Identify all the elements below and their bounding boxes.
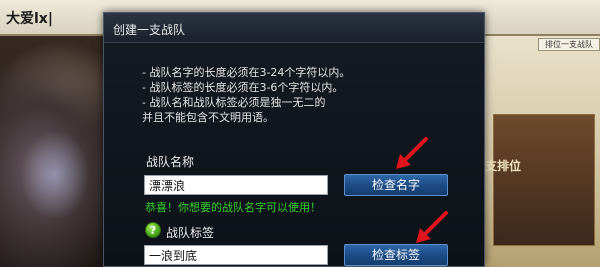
background-window-title: 大爱lx| <box>6 11 53 27</box>
dialog-header: 创建一支战队 <box>104 13 484 43</box>
background-side-text: 支排位 <box>485 159 522 173</box>
check-name-button[interactable]: 检查名字 <box>344 174 448 196</box>
team-name-input[interactable] <box>144 175 328 195</box>
background-right-panel <box>485 36 600 267</box>
team-tag-label: 战队标签 <box>166 226 215 240</box>
rules-list: - 战队名字的长度必须在3-24个字符以内。 - 战队标签的长度必须在3-6个字… <box>142 65 442 125</box>
rule-line: - 战队名字的长度必须在3-24个字符以内。 <box>142 66 351 79</box>
red-arrow-annotation-icon <box>416 211 448 243</box>
rule-line: 并且不能包含不文明用语。 <box>142 111 274 124</box>
help-icon[interactable]: ? <box>145 222 161 238</box>
background-small-button: 排位一支战队 <box>538 38 600 51</box>
dialog-title: 创建一支战队 <box>113 23 186 37</box>
red-arrow-annotation-icon <box>396 137 428 169</box>
background-light-glow <box>20 130 90 220</box>
team-tag-input[interactable] <box>144 245 328 265</box>
name-available-message: 恭喜！你想要的战队名字可以使用！ <box>145 201 321 214</box>
team-name-label: 战队名称 <box>146 155 195 169</box>
rule-line: - 战队标签的长度必须在3-6个字符以内。 <box>142 81 344 94</box>
check-tag-button[interactable]: 检查标签 <box>344 244 448 266</box>
rule-line: - 战队名和战队标签必须是独一无二的 <box>142 96 326 109</box>
